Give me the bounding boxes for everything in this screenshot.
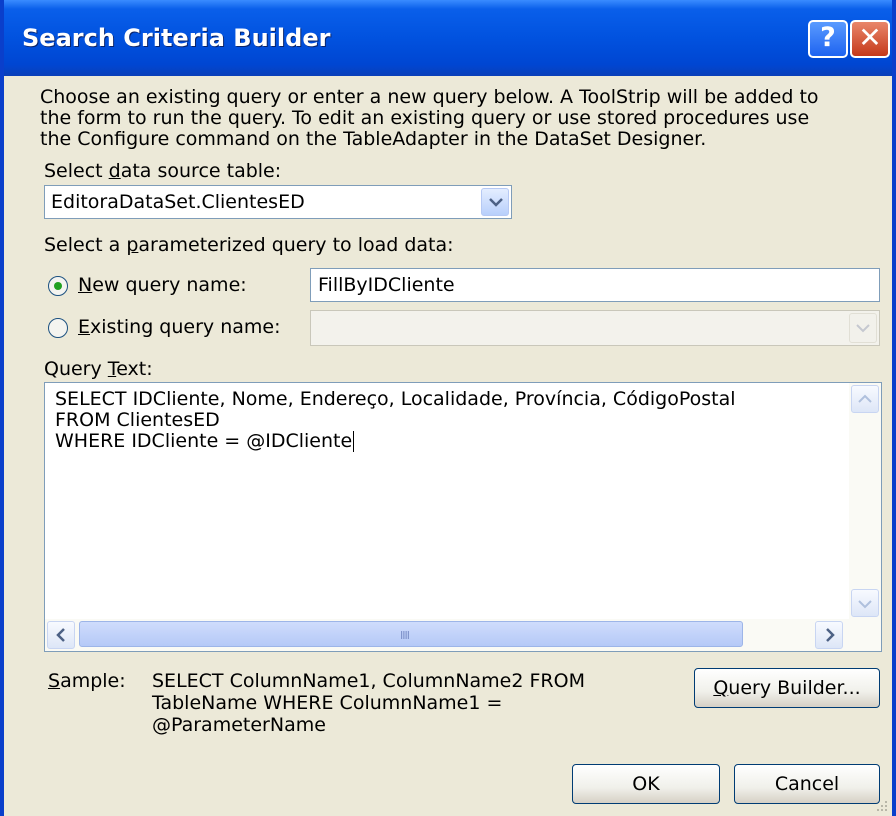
resize-grip-icon[interactable] — [876, 800, 888, 812]
data-source-value: EditoraDataSet.ClientesED — [51, 191, 305, 213]
window-title: Search Criteria Builder — [22, 24, 331, 52]
vertical-scrollbar[interactable] — [849, 383, 881, 619]
title-bar[interactable]: Search Criteria Builder ? ✕ — [4, 0, 892, 76]
cancel-button[interactable]: Cancel — [734, 764, 880, 804]
chevron-down-icon — [856, 324, 870, 333]
query-text-area[interactable]: SELECT IDCliente, Nome, Endereço, Locali… — [44, 382, 882, 652]
intro-line-2: the form to run the query. To edit an ex… — [40, 107, 810, 129]
sample-line-1: SELECT ColumnName1, ColumnName2 FROM — [152, 670, 585, 692]
data-source-combobox[interactable]: EditoraDataSet.ClientesED — [44, 185, 512, 219]
scroll-right-button[interactable] — [815, 621, 843, 649]
data-source-dropdown-button[interactable] — [481, 188, 509, 216]
close-button[interactable]: ✕ — [850, 20, 890, 58]
intro-line-1: Choose an existing query or enter a new … — [40, 86, 819, 108]
horizontal-scrollbar[interactable]: IIII — [45, 619, 881, 651]
scroll-down-button[interactable] — [851, 589, 879, 617]
existing-query-dropdown-button[interactable] — [849, 313, 877, 343]
query-text-label: Query Text: — [44, 358, 153, 380]
dialog-window: Search Criteria Builder ? ✕ Choose an ex… — [0, 0, 896, 816]
query-text-content: SELECT IDCliente, Nome, Endereço, Locali… — [55, 388, 736, 452]
chevron-up-icon — [858, 394, 872, 403]
radio-selected-dot — [54, 282, 62, 290]
ok-button[interactable]: OK — [572, 764, 720, 804]
new-query-label[interactable]: New query name: — [78, 274, 247, 296]
existing-query-combobox[interactable] — [310, 310, 880, 346]
existing-query-radio[interactable] — [48, 318, 68, 338]
chevron-down-icon — [489, 198, 503, 207]
help-button[interactable]: ? — [808, 20, 848, 58]
new-query-name-input[interactable]: FillByIDCliente — [310, 268, 880, 302]
sample-line-3: @ParameterName — [152, 714, 326, 736]
chevron-right-icon — [826, 628, 835, 642]
chevron-down-icon — [858, 600, 872, 609]
scroll-left-button[interactable] — [47, 621, 75, 649]
scroll-up-button[interactable] — [851, 385, 879, 413]
text-caret — [353, 431, 355, 452]
grip-icon: IIII — [400, 629, 410, 642]
data-source-label: Select data source table: — [44, 160, 282, 182]
query-builder-button[interactable]: Query Builder... — [694, 668, 880, 708]
new-query-radio[interactable] — [48, 276, 68, 296]
sample-label: Sample: — [48, 670, 126, 692]
intro-line-3: the Configure command on the TableAdapte… — [40, 128, 707, 150]
horizontal-scroll-thumb[interactable]: IIII — [79, 621, 743, 647]
existing-query-label[interactable]: Existing query name: — [78, 316, 280, 338]
sample-line-2: TableName WHERE ColumnName1 = — [152, 692, 503, 714]
chevron-left-icon — [56, 628, 65, 642]
parameterized-query-label: Select a parameterized query to load dat… — [44, 234, 454, 256]
